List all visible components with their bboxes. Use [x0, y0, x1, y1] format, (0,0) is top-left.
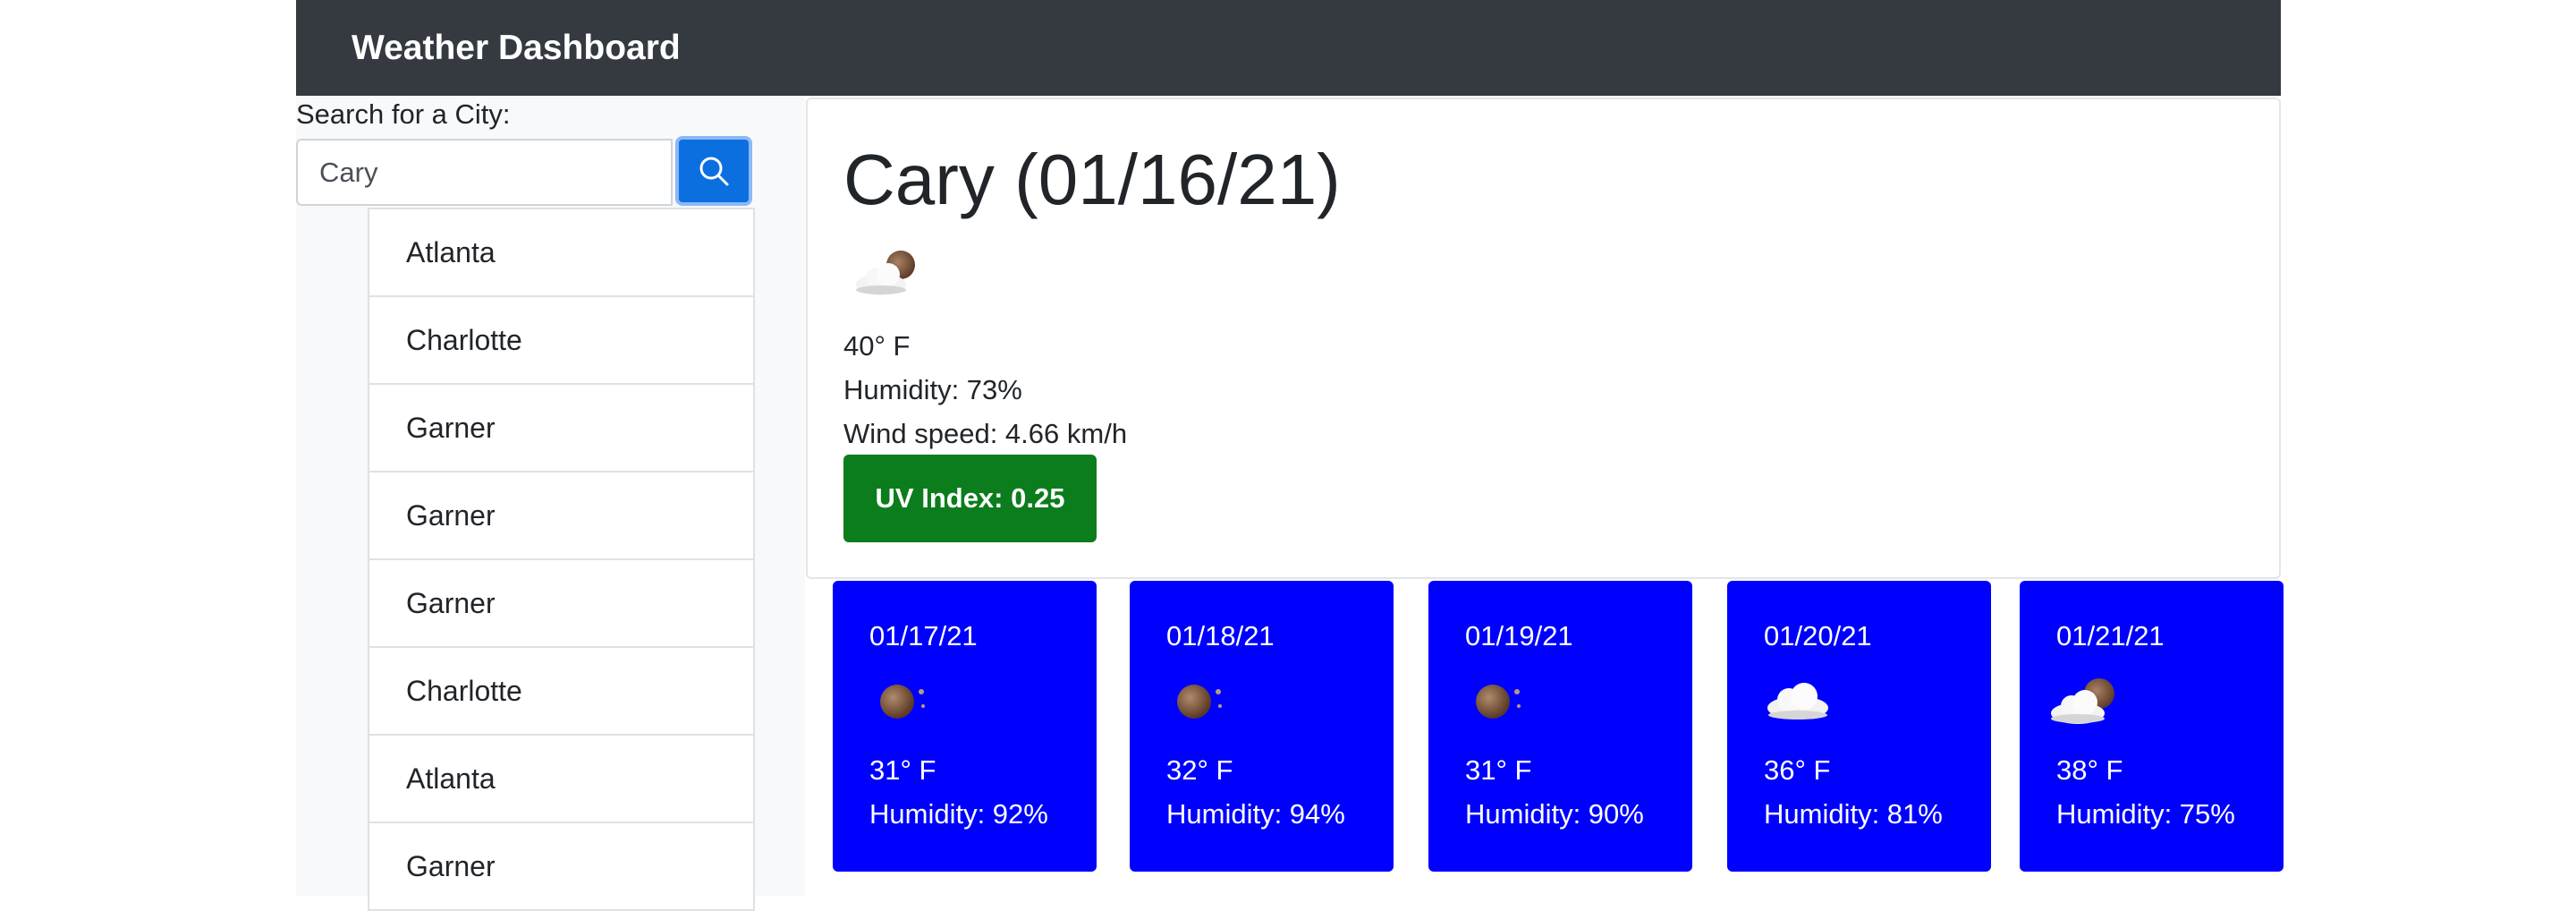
forecast-date: 01/19/21	[1465, 620, 1573, 651]
forecast-date: 01/18/21	[1166, 620, 1275, 651]
forecast-humidity: Humidity: 92%	[869, 798, 1048, 830]
current-weather-card: Cary (01/16/21) 40° F Humidity: 73% Wind…	[806, 98, 2281, 579]
current-temp: 40° F	[843, 330, 911, 362]
history-item[interactable]: Garner	[369, 560, 753, 648]
forecast-card: 01/21/21 38° F Humidity: 75%	[2020, 581, 2284, 872]
search-history-list: Atlanta Charlotte Garner Garner Garner C…	[368, 208, 755, 911]
forecast-temp: 32° F	[1166, 754, 1233, 786]
navbar: Weather Dashboard	[296, 0, 2281, 96]
moon-icon	[1476, 685, 1521, 719]
history-item[interactable]: Garner	[369, 473, 753, 560]
forecast-temp: 36° F	[1764, 754, 1831, 786]
forecast-humidity: Humidity: 81%	[1764, 798, 1943, 830]
forecast-temp: 31° F	[1465, 754, 1532, 786]
history-item[interactable]: Garner	[369, 823, 753, 911]
forecast-card: 01/17/21 31° F Humidity: 92%	[833, 581, 1097, 872]
forecast-date: 01/21/21	[2056, 620, 2165, 651]
search-label: Search for a City:	[296, 98, 511, 130]
partly-cloudy-night-icon	[856, 251, 915, 295]
search-button[interactable]	[675, 136, 752, 206]
current-wind: Wind speed: 4.66 km/h	[843, 418, 1128, 449]
forecast-temp: 38° F	[2056, 754, 2123, 786]
forecast-card: 01/19/21 31° F Humidity: 90%	[1428, 581, 1692, 872]
history-item[interactable]: Atlanta	[369, 736, 753, 823]
forecast-date: 01/20/21	[1764, 620, 1872, 651]
forecast-humidity: Humidity: 94%	[1166, 798, 1345, 830]
forecast-humidity: Humidity: 90%	[1465, 798, 1644, 830]
current-city-title: Cary (01/16/21)	[843, 140, 1341, 219]
moon-icon	[880, 685, 925, 719]
uv-index-badge: UV Index: 0.25	[843, 455, 1097, 542]
search-input[interactable]	[296, 139, 673, 206]
history-item[interactable]: Garner	[369, 385, 753, 473]
current-humidity: Humidity: 73%	[843, 374, 1022, 405]
history-item[interactable]: Atlanta	[369, 209, 753, 297]
forecast-card: 01/18/21 32° F Humidity: 94%	[1130, 581, 1394, 872]
forecast-temp: 31° F	[869, 754, 936, 786]
forecast-humidity: Humidity: 75%	[2056, 798, 2235, 830]
history-item[interactable]: Charlotte	[369, 648, 753, 736]
moon-icon	[1177, 685, 1222, 719]
partly-cloudy-night-icon	[2051, 678, 2114, 724]
forecast-card: 01/20/21 36° F Humidity: 81%	[1727, 581, 1991, 872]
history-item[interactable]: Charlotte	[369, 297, 753, 385]
navbar-brand[interactable]: Weather Dashboard	[352, 29, 681, 68]
cloud-icon	[1767, 683, 1828, 719]
forecast-date: 01/17/21	[869, 620, 978, 651]
search-icon	[699, 157, 729, 186]
